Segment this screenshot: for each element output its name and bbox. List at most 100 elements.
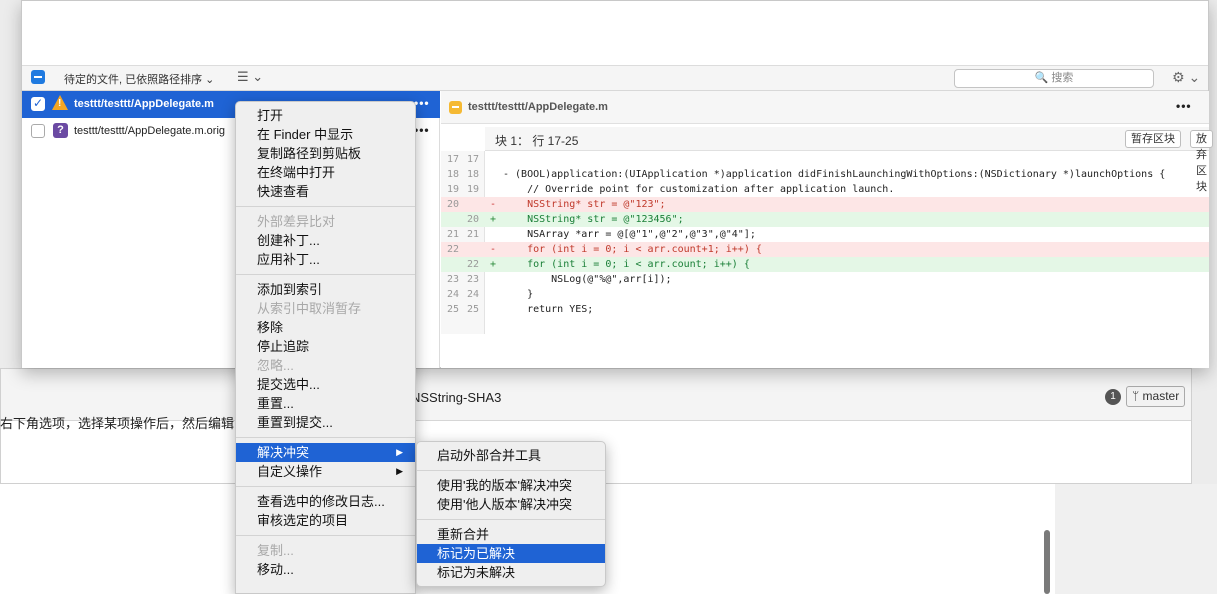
menu-item[interactable]: 打开	[236, 106, 415, 125]
menu-item[interactable]: 重置...	[236, 394, 415, 413]
code-text: }	[503, 289, 534, 300]
gear-icon[interactable]: ⚙ ⌄	[1172, 69, 1200, 86]
menu-item-label: 解决冲突	[257, 445, 310, 460]
background-right-area	[1055, 484, 1217, 594]
count-badge: 1	[1105, 389, 1121, 405]
menu-item[interactable]: 审核选定的项目	[236, 511, 415, 530]
file-name: testtt/testtt/AppDelegate.m	[74, 98, 214, 110]
diff-more-icon[interactable]: •••	[1176, 99, 1192, 113]
more-options-icon[interactable]: •••	[414, 96, 430, 110]
menu-item[interactable]: 应用补丁...	[236, 250, 415, 269]
branch-button[interactable]: ᛘ master	[1126, 386, 1186, 407]
menu-item[interactable]: 在终端中打开	[236, 163, 415, 182]
menu-item-label: 审核选定的项目	[257, 513, 349, 528]
menu-item-label: 自定义操作	[257, 464, 323, 479]
list-view-icon[interactable]: ☰ ⌄	[237, 69, 263, 85]
menu-item-label: 移除	[257, 320, 284, 335]
submenu-item[interactable]: 使用'我的版本'解决冲突	[417, 476, 605, 495]
menu-separator	[236, 437, 415, 438]
old-line-number: 18	[446, 169, 459, 180]
menu-item-label: 从索引中取消暂存	[257, 301, 362, 316]
menu-item-label: 在 Finder 中显示	[257, 127, 354, 142]
discard-hunk-button[interactable]: 放弃区块	[1190, 130, 1213, 193]
diff-sign: +	[490, 259, 497, 270]
more-options-icon[interactable]: •••	[414, 123, 430, 137]
code-line: 23 23 NSLog(@"%@",arr[i]);	[441, 272, 1209, 287]
menu-item[interactable]: 移动...	[236, 560, 415, 579]
code-text: return YES;	[503, 304, 594, 315]
code-text: // Override point for customization afte…	[503, 184, 895, 195]
menu-item[interactable]: 重置到提交...	[236, 413, 415, 432]
diff-sign: -	[490, 244, 497, 255]
menu-item-label: 添加到索引	[257, 282, 323, 297]
menu-item-label: 重置...	[257, 396, 294, 411]
code-line: 25 25 return YES;	[441, 302, 1209, 317]
menu-item-label: 忽略...	[257, 358, 294, 373]
menu-item[interactable]: 添加到索引	[236, 280, 415, 299]
menu-item-label: 查看选中的修改日志...	[257, 494, 385, 509]
hunk-header: 块 1： 行 17-25 暂存区块 放弃区块	[485, 127, 1213, 193]
menu-item[interactable]: 自定义操作 ▶	[236, 462, 415, 481]
menu-item[interactable]: 复制路径到剪贴板	[236, 144, 415, 163]
added-line: 22 + for (int i = 0; i < arr.count; i++) …	[441, 257, 1209, 272]
menu-item[interactable]: 移除	[236, 318, 415, 337]
file-checkbox[interactable]	[31, 124, 45, 138]
menu-item-label: 应用补丁...	[257, 252, 320, 267]
old-line-number: 24	[446, 289, 459, 300]
menu-separator	[236, 206, 415, 207]
new-line-number: 20	[466, 214, 479, 225]
old-line-number: 22	[446, 244, 459, 255]
menu-item-label: 重置到提交...	[257, 415, 333, 430]
new-line-number: 24	[466, 289, 479, 300]
menu-item[interactable]: 查看选中的修改日志...	[236, 492, 415, 511]
menu-item-label: 在终端中打开	[257, 165, 336, 180]
menu-item[interactable]: 停止追踪	[236, 337, 415, 356]
code-text: - (BOOL)application:(UIApplication *)app…	[503, 169, 1166, 180]
menu-item[interactable]: 创建补丁...	[236, 231, 415, 250]
main-window: 待定的文件, 已依照路径排序 ⌄ ☰ ⌄ 🔍 搜索 ⚙ ⌄ ! testtt/t…	[21, 0, 1213, 368]
menu-item: 复制...	[236, 541, 415, 560]
submenu-item[interactable]: 启动外部合并工具	[417, 446, 605, 465]
old-line-number: 19	[446, 184, 459, 195]
new-line-number: 22	[466, 259, 479, 270]
old-line-number: 21	[446, 229, 459, 240]
file-name: testtt/testtt/AppDelegate.m.orig	[74, 125, 226, 137]
menu-item[interactable]: 提交选中...	[236, 375, 415, 394]
menu-separator	[236, 274, 415, 275]
code-text: NSArray *arr = @[@"1",@"2",@"3",@"4"];	[503, 229, 756, 240]
question-icon: ?	[53, 123, 68, 138]
select-all-checkbox[interactable]	[31, 70, 45, 84]
menu-item-label: 外部差异比对	[257, 214, 336, 229]
code-text: NSLog(@"%@",arr[i]);	[503, 274, 672, 285]
repo-title: NSString-SHA3	[411, 390, 502, 405]
context-menu: 打开在 Finder 中显示复制路径到剪贴板在终端中打开快速查看外部差异比对创建…	[235, 101, 416, 594]
old-line-number: 23	[446, 274, 459, 285]
code-text: for (int i = 0; i < arr.count+1; i++) {	[503, 244, 762, 255]
stage-hunk-button[interactable]: 暂存区块	[1125, 130, 1181, 148]
code-text: NSString* str = @"123456";	[503, 214, 684, 225]
diff-header: testtt/testtt/AppDelegate.m •••	[441, 91, 1209, 124]
scrollbar[interactable]	[1044, 530, 1050, 594]
diff-sign: -	[490, 199, 497, 210]
submenu-item[interactable]: 使用'他人版本'解决冲突	[417, 495, 605, 514]
submenu-item[interactable]: 标记为已解决	[417, 544, 605, 563]
menu-item: 外部差异比对	[236, 212, 415, 231]
menu-item[interactable]: 快速查看	[236, 182, 415, 201]
old-line-number: 17	[446, 154, 459, 165]
removed-line: 22 - for (int i = 0; i < arr.count+1; i++…	[441, 242, 1209, 257]
menu-item[interactable]: 解决冲突 ▶	[236, 443, 415, 462]
top-area	[22, 1, 1208, 66]
submenu-item[interactable]: 重新合并	[417, 525, 605, 544]
document-text: 右下角选项，选择某项操作后，然后编辑	[0, 416, 235, 431]
search-input[interactable]: 🔍 搜索	[954, 69, 1154, 88]
file-checkbox[interactable]	[31, 96, 45, 111]
sort-dropdown[interactable]: 待定的文件, 已依照路径排序 ⌄	[64, 71, 214, 87]
code-line: 19 19 // Override point for customization…	[441, 182, 1209, 197]
file-status-icon	[449, 101, 462, 114]
file-toolbar: 待定的文件, 已依照路径排序 ⌄ ☰ ⌄ 🔍 搜索 ⚙ ⌄	[22, 66, 1208, 91]
menu-item[interactable]: 在 Finder 中显示	[236, 125, 415, 144]
menu-item-label: 移动...	[257, 562, 294, 577]
old-line-number: 25	[446, 304, 459, 315]
old-line-number: 20	[446, 199, 459, 210]
submenu-item[interactable]: 标记为未解决	[417, 563, 605, 582]
